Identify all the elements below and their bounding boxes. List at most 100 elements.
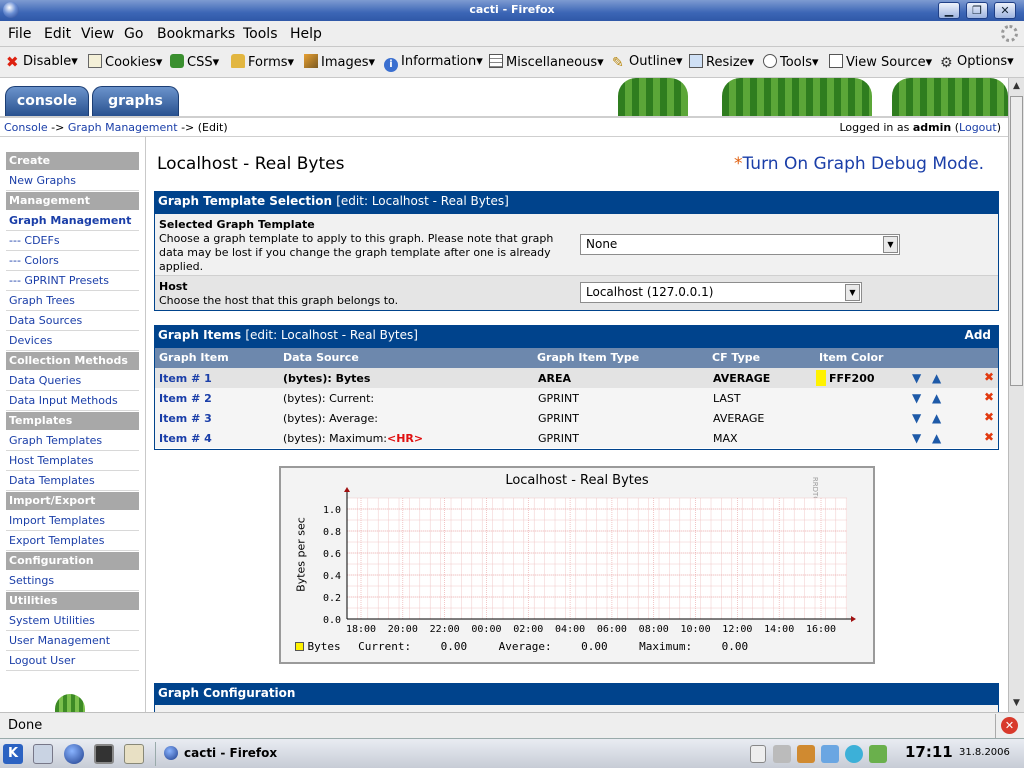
stop-icon[interactable]: ✕ xyxy=(1001,717,1018,734)
move-up-icon[interactable]: ▲ xyxy=(932,391,941,405)
sidebar-item-host-templates[interactable]: Host Templates xyxy=(6,451,139,471)
menu-file[interactable]: File xyxy=(8,26,31,42)
toolbar-disable[interactable]: ✖ Disable▾ xyxy=(6,54,78,70)
graph-template-select[interactable]: None ▼ xyxy=(580,234,900,255)
terminal-icon[interactable] xyxy=(94,744,114,764)
toolbar-css[interactable]: CSS▾ xyxy=(170,54,219,70)
toolbar-view-source[interactable]: View Source▾ xyxy=(829,54,932,70)
sidebar-item-label: Import Templates xyxy=(9,514,105,527)
toolbar-cookies[interactable]: Cookies▾ xyxy=(88,54,162,70)
mixer-icon[interactable] xyxy=(773,745,791,763)
scroll-down-icon[interactable]: ▼ xyxy=(1011,698,1022,709)
sidebar-item-colors[interactable]: --- Colors xyxy=(6,251,139,271)
sidebar-item-gprint-presets[interactable]: --- GPRINT Presets xyxy=(6,271,139,291)
menu-bookmarks[interactable]: Bookmarks xyxy=(157,26,235,42)
klipper-icon[interactable] xyxy=(750,745,766,763)
delete-item-icon[interactable]: ✖ xyxy=(984,390,994,404)
menu-edit[interactable]: Edit xyxy=(44,26,71,42)
scroll-up-icon[interactable]: ▲ xyxy=(1011,81,1022,92)
x-tick-label: 10:00 xyxy=(680,624,710,635)
chevron-down-icon[interactable]: ▼ xyxy=(845,284,860,301)
sidebar-item-data-input-methods[interactable]: Data Input Methods xyxy=(6,391,139,411)
tab-console[interactable]: console xyxy=(5,86,89,116)
delete-item-icon[interactable]: ✖ xyxy=(984,370,994,384)
host-select[interactable]: Localhost (127.0.0.1) ▼ xyxy=(580,282,862,303)
toolbar-outline[interactable]: ✎ Outline▾ xyxy=(612,54,683,70)
logout-link[interactable]: Logout xyxy=(959,121,997,134)
sidebar-item-system-utilities[interactable]: System Utilities xyxy=(6,611,139,631)
menu-tools[interactable]: Tools xyxy=(243,26,278,42)
move-up-icon[interactable]: ▲ xyxy=(932,371,941,385)
toolbar-tools[interactable]: Tools▾ xyxy=(763,54,819,70)
toolbar-forms[interactable]: Forms▾ xyxy=(231,54,294,70)
update-icon[interactable] xyxy=(869,745,887,763)
minimize-button[interactable]: ▁ xyxy=(938,2,960,19)
clock-date: 31.8.2006 xyxy=(959,747,1010,758)
toolbar-miscellaneous[interactable]: Miscellaneous▾ xyxy=(489,54,604,70)
tab-graphs[interactable]: graphs xyxy=(92,86,179,116)
sidebar-item-export-templates[interactable]: Export Templates xyxy=(6,531,139,551)
scrollbar-thumb[interactable] xyxy=(1010,96,1023,386)
sidebar-item-data-templates[interactable]: Data Templates xyxy=(6,471,139,491)
toolbar-images[interactable]: Images▾ xyxy=(304,54,375,70)
taskbar-window-button[interactable]: cacti - Firefox xyxy=(184,746,277,760)
images-icon xyxy=(304,54,318,68)
sidebar-item-data-sources[interactable]: Data Sources xyxy=(6,311,139,331)
item-link[interactable]: Item # 3 xyxy=(159,412,212,425)
toolbar-options[interactable]: ⚙ Options▾ xyxy=(940,54,1014,70)
sidebar-item-data-queries[interactable]: Data Queries xyxy=(6,371,139,391)
network-icon[interactable] xyxy=(821,745,839,763)
close-window-button[interactable]: ✕ xyxy=(994,2,1016,19)
item-link[interactable]: Item # 1 xyxy=(159,372,212,385)
y-axis-arrow xyxy=(344,487,350,492)
sidebar-item-label: --- CDEFs xyxy=(9,234,60,247)
sidebar-item-import-templates[interactable]: Import Templates xyxy=(6,511,139,531)
media-player-icon[interactable] xyxy=(845,745,863,763)
legend-series-name: Bytes xyxy=(307,640,341,653)
breadcrumb-console[interactable]: Console xyxy=(4,121,48,134)
toolbar-information[interactable]: i Information▾ xyxy=(384,54,483,72)
template-section-title: Graph Template Selection xyxy=(158,194,333,208)
menu-view[interactable]: View xyxy=(81,26,114,42)
delete-item-icon[interactable]: ✖ xyxy=(984,410,994,424)
browser-icon[interactable] xyxy=(64,744,84,764)
window-menu-icon[interactable] xyxy=(3,2,19,18)
sidebar-item-logout-user[interactable]: Logout User xyxy=(6,651,139,671)
item-source-text: (bytes): Current: xyxy=(283,392,375,405)
sidebar-item-user-management[interactable]: User Management xyxy=(6,631,139,651)
chevron-down-icon[interactable]: ▼ xyxy=(883,236,898,253)
add-item-link[interactable]: Add xyxy=(965,325,991,346)
desktop-icon[interactable] xyxy=(33,744,53,764)
move-down-icon[interactable]: ▼ xyxy=(912,371,921,385)
delete-item-icon[interactable]: ✖ xyxy=(984,430,994,444)
sidebar-item-cdefs[interactable]: --- CDEFs xyxy=(6,231,139,251)
mail-icon[interactable] xyxy=(124,744,144,764)
item-link[interactable]: Item # 2 xyxy=(159,392,212,405)
menu-go[interactable]: Go xyxy=(124,26,143,42)
toolbar-resize[interactable]: Resize▾ xyxy=(689,54,754,70)
move-up-icon[interactable]: ▲ xyxy=(932,411,941,425)
archive-icon[interactable] xyxy=(797,745,815,763)
sidebar-item-devices[interactable]: Devices xyxy=(6,331,139,351)
breadcrumb-graph-management[interactable]: Graph Management xyxy=(68,121,178,134)
item-source-text: (bytes): Maximum: xyxy=(283,432,387,445)
sidebar-item-graph-trees[interactable]: Graph Trees xyxy=(6,291,139,311)
sidebar-item-new-graphs[interactable]: New Graphs xyxy=(6,171,139,191)
sidebar-item-settings[interactable]: Settings xyxy=(6,571,139,591)
sidebar-item-graph-templates[interactable]: Graph Templates xyxy=(6,431,139,451)
menu-help[interactable]: Help xyxy=(290,26,322,42)
move-down-icon[interactable]: ▼ xyxy=(912,431,921,445)
item-link[interactable]: Item # 4 xyxy=(159,432,212,445)
item-source: (bytes): Current: xyxy=(283,392,374,405)
move-up-icon[interactable]: ▲ xyxy=(932,431,941,445)
sidebar-item-graph-management[interactable]: Graph Management xyxy=(6,211,139,231)
kde-menu-icon[interactable]: K xyxy=(3,744,23,764)
y-tick-label: 0.2 xyxy=(323,593,341,604)
page-scrollbar[interactable]: ▲ ▼ xyxy=(1008,78,1024,712)
move-down-icon[interactable]: ▼ xyxy=(912,411,921,425)
maximize-button[interactable]: ❐ xyxy=(966,2,988,19)
debug-mode-link[interactable]: Turn On Graph Debug Mode. xyxy=(743,154,985,174)
move-down-icon[interactable]: ▼ xyxy=(912,391,921,405)
host-label: Host xyxy=(159,280,188,293)
clock-time[interactable]: 17:11 xyxy=(905,743,953,761)
